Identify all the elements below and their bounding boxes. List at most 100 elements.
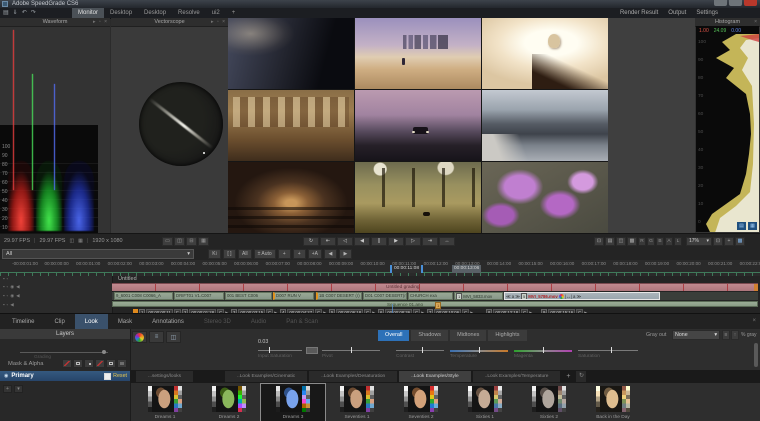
mask-off-button[interactable] (62, 359, 72, 368)
close-icon[interactable]: × (754, 19, 758, 25)
workspace-tab[interactable]: + (226, 8, 242, 18)
grid-overlay-icon[interactable]: ▩ (735, 237, 745, 246)
channel-button[interactable]: R (638, 237, 646, 246)
lock-icon[interactable]: ▪ (3, 276, 5, 282)
mask-dot-button[interactable] (84, 359, 94, 368)
layer-reset-button[interactable]: Reset (113, 373, 127, 379)
view-layout-button[interactable]: ▦ (198, 237, 209, 246)
panel-scrollbar[interactable] (754, 343, 758, 367)
transport-button[interactable]: ↔ (439, 237, 455, 246)
timeline-clip[interactable]: ≪ a ≫ D01 C007 DESERT(m) |↔| a ≫ (363, 292, 407, 300)
menu-item[interactable]: Output (668, 8, 686, 18)
timeline-clip[interactable]: ≪ a ≫ 5MVI_5786.mov |↔| a ≫ (504, 292, 660, 300)
grayout-toggle-button[interactable]: ≡ (722, 330, 730, 340)
slider-track[interactable] (396, 350, 444, 351)
playhead-timecode-badge[interactable]: 00:00:11:08 (390, 265, 423, 273)
slider-handle[interactable] (543, 347, 544, 353)
look-folder-tab[interactable]: ...settings/looks– × (136, 371, 193, 382)
menu-item[interactable]: Settings (696, 8, 718, 18)
split-view-button[interactable]: ◫ (166, 331, 181, 343)
zoom-level-select[interactable]: 17%▾ (686, 237, 712, 246)
monitor-cell-dock-bright[interactable] (482, 18, 608, 89)
close-icon[interactable]: × (222, 19, 226, 25)
fit-screen-icon[interactable]: ⊡ (713, 237, 723, 246)
view-layout-button[interactable]: ⊟ (186, 237, 197, 246)
panel-tab[interactable]: Pan & Scan (276, 314, 328, 329)
eye-icon[interactable]: ◉ (10, 293, 14, 299)
workspace-tab[interactable]: Resolve (172, 8, 206, 18)
maximize-button[interactable] (729, 0, 742, 6)
redo-icon[interactable]: ↷ (31, 9, 36, 17)
transport-button[interactable]: ↻ (303, 237, 319, 246)
look-preset[interactable]: Dreams 2 (197, 384, 261, 421)
minimize-button[interactable] (714, 0, 727, 6)
look-preset[interactable]: Back in the Day (581, 384, 645, 421)
monitor-cell-flowers[interactable] (482, 162, 608, 233)
look-preset[interactable]: Sixties 1 (453, 384, 517, 421)
view-layout-button[interactable]: ◫ (174, 237, 185, 246)
grayout-select[interactable]: None▾ (672, 330, 720, 340)
grade-slider[interactable]: Magenta (514, 343, 572, 361)
adjust-tab[interactable]: Shadows (411, 330, 448, 341)
mask-solid-button[interactable] (73, 359, 83, 368)
lock-icon[interactable]: ▫ (99, 19, 102, 25)
adjust-tab[interactable]: Midtones (450, 330, 486, 341)
timeline-clip[interactable]: ≪ a ≫ CHURCH exa |↔| a ≫ (408, 292, 453, 300)
monitor-cell-road-dusk[interactable] (355, 90, 481, 161)
color-wheel-button[interactable] (132, 331, 147, 343)
grid-icon[interactable]: ▦ (78, 238, 83, 245)
look-preset[interactable]: Seventies 2 (389, 384, 453, 421)
look-folder-tab[interactable]: ..Look Examples/Temperature– × (473, 371, 561, 382)
alpha-gray-button[interactable] (117, 359, 127, 368)
lock-icon[interactable]: ▪ (3, 293, 5, 299)
detach-icon[interactable]: ▸ (211, 19, 215, 25)
layer-options-button[interactable]: ▾ (14, 385, 23, 393)
timeline-tool-button[interactable]: ◀ (324, 249, 337, 259)
close-button[interactable] (744, 0, 757, 6)
timeline-tool-button[interactable]: + (278, 249, 291, 259)
adjust-tab[interactable]: Highlights (488, 330, 526, 341)
monitor-cell-beach-skyline[interactable] (355, 18, 481, 89)
eye-icon[interactable]: ◉ (4, 373, 8, 379)
monitor-tool-button[interactable]: ▩ (627, 237, 637, 246)
look-folder-tab[interactable]: ..Look Examples/Cinematic– × (225, 371, 307, 382)
detach-icon[interactable]: ▸ (93, 19, 97, 25)
marker-timecode-badge[interactable]: 00:00:13:06 (452, 265, 481, 273)
workspace-tab[interactable]: Monitor (72, 8, 104, 18)
pan-icon[interactable]: + (724, 237, 734, 246)
grade-slider[interactable]: Saturation (578, 343, 638, 361)
histogram-settings-icon[interactable]: ▦ (748, 222, 757, 230)
grading-track[interactable]: Untitled grading (112, 283, 758, 291)
monitor-icon[interactable]: ▫ (7, 276, 9, 282)
timeline-tool-button[interactable]: ▶ (339, 249, 352, 259)
monitor-icon[interactable]: ▫ (7, 293, 9, 299)
channel-button[interactable]: L (674, 237, 682, 246)
mute-icon[interactable]: ◀ (16, 293, 19, 299)
grade-slider[interactable]: Temperature (450, 343, 508, 361)
alpha-solid-button[interactable] (106, 359, 116, 368)
look-preset[interactable]: Sixties 2 (517, 384, 581, 421)
transport-button[interactable]: ⇥ (422, 237, 438, 246)
slider-handle[interactable] (479, 347, 480, 353)
channel-button[interactable]: A (665, 237, 673, 246)
close-icon[interactable]: × (752, 318, 756, 324)
monitor-cell-car-night[interactable] (228, 18, 354, 89)
panel-tab[interactable]: Mask (108, 314, 142, 329)
refresh-icon[interactable]: ↻ (576, 371, 586, 382)
look-folder-tab[interactable]: ..Look Examples/Style– × (399, 371, 470, 382)
monitor-tool-button[interactable]: ◫ (616, 237, 626, 246)
grade-slider[interactable]: Contrast (396, 343, 444, 361)
timeline-ruler[interactable]: -00:00:01:0000:00:00:0000:00:01:0000:00:… (0, 260, 760, 276)
slider-track[interactable] (258, 350, 302, 351)
monitor-cell-church[interactable] (228, 162, 354, 233)
panel-tab[interactable]: Stereo 3D (194, 314, 241, 329)
panel-tab[interactable]: Clip (44, 314, 74, 329)
timeline-tool-button[interactable]: ± Auto (254, 249, 276, 259)
timeline-tool-button[interactable]: All (238, 249, 252, 259)
timeline-filter-select[interactable]: All▾ (2, 249, 194, 259)
undo-icon[interactable]: ↶ (22, 9, 27, 17)
value-box[interactable] (306, 347, 318, 354)
slider-handle[interactable] (269, 347, 270, 353)
channel-button[interactable]: B (656, 237, 664, 246)
transport-button[interactable]: || (371, 237, 387, 246)
